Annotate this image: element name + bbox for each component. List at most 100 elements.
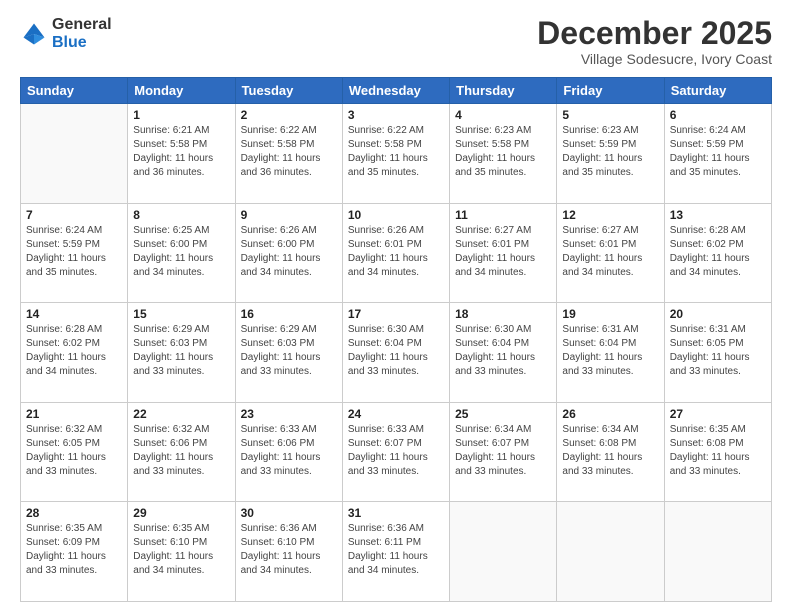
- day-info: Sunrise: 6:36 AM Sunset: 6:11 PM Dayligh…: [348, 522, 444, 578]
- day-number: 12: [562, 208, 658, 222]
- day-info: Sunrise: 6:28 AM Sunset: 6:02 PM Dayligh…: [26, 323, 122, 379]
- day-info: Sunrise: 6:26 AM Sunset: 6:00 PM Dayligh…: [241, 224, 337, 280]
- col-monday: Monday: [128, 78, 235, 104]
- day-info: Sunrise: 6:29 AM Sunset: 6:03 PM Dayligh…: [133, 323, 229, 379]
- day-number: 17: [348, 307, 444, 321]
- calendar-cell: 18Sunrise: 6:30 AM Sunset: 6:04 PM Dayli…: [450, 303, 557, 403]
- col-friday: Friday: [557, 78, 664, 104]
- col-sunday: Sunday: [21, 78, 128, 104]
- calendar-week-5: 28 Sunrise: 6:35 AM Sunset: 6:09 PM Dayli…: [21, 502, 772, 602]
- logo-text: General Blue: [52, 16, 112, 51]
- calendar-cell: 14 Sunrise: 6:28 AM Sunset: 6:02 PM Dayli…: [21, 303, 128, 403]
- day-info: Sunrise: 6:33 AM Sunset: 6:06 PM Dayligh…: [241, 423, 337, 479]
- day-number: 27: [670, 407, 766, 421]
- logo-general-text: General: [52, 16, 112, 34]
- day-number: 6: [670, 108, 766, 122]
- title-area: December 2025 Village Sodesucre, Ivory C…: [537, 16, 772, 67]
- day-info: Sunrise: 6:31 AM Sunset: 6:04 PM Dayligh…: [562, 323, 658, 379]
- day-info: Sunrise: 6:27 AM Sunset: 6:01 PM Dayligh…: [455, 224, 551, 280]
- calendar-cell: [21, 104, 128, 204]
- calendar-cell: 11 Sunrise: 6:27 AM Sunset: 6:01 PM Dayli…: [450, 203, 557, 303]
- day-info: Sunrise: 6:24 AM Sunset: 5:59 PM Dayligh…: [26, 224, 122, 280]
- header: General Blue December 2025 Village Sodes…: [20, 16, 772, 67]
- calendar-cell: [450, 502, 557, 602]
- col-thursday: Thursday: [450, 78, 557, 104]
- calendar-cell: 1Sunrise: 6:21 AM Sunset: 5:58 PM Daylig…: [128, 104, 235, 204]
- day-info: Sunrise: 6:35 AM Sunset: 6:09 PM Dayligh…: [26, 522, 122, 578]
- day-info: Sunrise: 6:21 AM Sunset: 5:58 PM Dayligh…: [133, 124, 229, 180]
- calendar-cell: [664, 502, 771, 602]
- day-info: Sunrise: 6:35 AM Sunset: 6:08 PM Dayligh…: [670, 423, 766, 479]
- calendar-week-1: 1Sunrise: 6:21 AM Sunset: 5:58 PM Daylig…: [21, 104, 772, 204]
- day-number: 25: [455, 407, 551, 421]
- day-number: 13: [670, 208, 766, 222]
- day-info: Sunrise: 6:34 AM Sunset: 6:07 PM Dayligh…: [455, 423, 551, 479]
- day-number: 23: [241, 407, 337, 421]
- day-info: Sunrise: 6:36 AM Sunset: 6:10 PM Dayligh…: [241, 522, 337, 578]
- day-number: 15: [133, 307, 229, 321]
- calendar-cell: 7 Sunrise: 6:24 AM Sunset: 5:59 PM Daylig…: [21, 203, 128, 303]
- calendar-cell: 26Sunrise: 6:34 AM Sunset: 6:08 PM Dayli…: [557, 402, 664, 502]
- calendar-cell: 2 Sunrise: 6:22 AM Sunset: 5:58 PM Daylig…: [235, 104, 342, 204]
- day-info: Sunrise: 6:22 AM Sunset: 5:58 PM Dayligh…: [241, 124, 337, 180]
- day-number: 7: [26, 208, 122, 222]
- calendar-cell: 30Sunrise: 6:36 AM Sunset: 6:10 PM Dayli…: [235, 502, 342, 602]
- day-number: 9: [241, 208, 337, 222]
- day-info: Sunrise: 6:33 AM Sunset: 6:07 PM Dayligh…: [348, 423, 444, 479]
- calendar-cell: 10Sunrise: 6:26 AM Sunset: 6:01 PM Dayli…: [342, 203, 449, 303]
- day-number: 10: [348, 208, 444, 222]
- col-wednesday: Wednesday: [342, 78, 449, 104]
- day-number: 2: [241, 108, 337, 122]
- location: Village Sodesucre, Ivory Coast: [537, 51, 772, 67]
- calendar-cell: 27 Sunrise: 6:35 AM Sunset: 6:08 PM Dayli…: [664, 402, 771, 502]
- day-info: Sunrise: 6:35 AM Sunset: 6:10 PM Dayligh…: [133, 522, 229, 578]
- day-info: Sunrise: 6:25 AM Sunset: 6:00 PM Dayligh…: [133, 224, 229, 280]
- day-number: 16: [241, 307, 337, 321]
- day-number: 3: [348, 108, 444, 122]
- day-number: 31: [348, 506, 444, 520]
- day-info: Sunrise: 6:32 AM Sunset: 6:06 PM Dayligh…: [133, 423, 229, 479]
- calendar-week-3: 14 Sunrise: 6:28 AM Sunset: 6:02 PM Dayli…: [21, 303, 772, 403]
- day-number: 28: [26, 506, 122, 520]
- calendar-cell: 23 Sunrise: 6:33 AM Sunset: 6:06 PM Dayli…: [235, 402, 342, 502]
- day-number: 11: [455, 208, 551, 222]
- calendar-cell: 5 Sunrise: 6:23 AM Sunset: 5:59 PM Daylig…: [557, 104, 664, 204]
- day-number: 8: [133, 208, 229, 222]
- calendar-week-2: 7 Sunrise: 6:24 AM Sunset: 5:59 PM Daylig…: [21, 203, 772, 303]
- day-number: 26: [562, 407, 658, 421]
- day-info: Sunrise: 6:32 AM Sunset: 6:05 PM Dayligh…: [26, 423, 122, 479]
- calendar-header-row: Sunday Monday Tuesday Wednesday Thursday…: [21, 78, 772, 104]
- logo-icon: [20, 20, 48, 48]
- calendar-cell: 29Sunrise: 6:35 AM Sunset: 6:10 PM Dayli…: [128, 502, 235, 602]
- day-info: Sunrise: 6:28 AM Sunset: 6:02 PM Dayligh…: [670, 224, 766, 280]
- calendar-cell: 28 Sunrise: 6:35 AM Sunset: 6:09 PM Dayli…: [21, 502, 128, 602]
- calendar-cell: 9 Sunrise: 6:26 AM Sunset: 6:00 PM Daylig…: [235, 203, 342, 303]
- day-info: Sunrise: 6:31 AM Sunset: 6:05 PM Dayligh…: [670, 323, 766, 379]
- calendar-cell: 17 Sunrise: 6:30 AM Sunset: 6:04 PM Dayli…: [342, 303, 449, 403]
- logo-blue-text: Blue: [52, 34, 112, 52]
- page: General Blue December 2025 Village Sodes…: [0, 0, 792, 612]
- calendar-cell: 20Sunrise: 6:31 AM Sunset: 6:05 PM Dayli…: [664, 303, 771, 403]
- calendar-cell: 15 Sunrise: 6:29 AM Sunset: 6:03 PM Dayli…: [128, 303, 235, 403]
- col-saturday: Saturday: [664, 78, 771, 104]
- calendar: Sunday Monday Tuesday Wednesday Thursday…: [20, 77, 772, 602]
- month-title: December 2025: [537, 16, 772, 51]
- day-number: 21: [26, 407, 122, 421]
- day-info: Sunrise: 6:30 AM Sunset: 6:04 PM Dayligh…: [348, 323, 444, 379]
- calendar-cell: 24Sunrise: 6:33 AM Sunset: 6:07 PM Dayli…: [342, 402, 449, 502]
- day-info: Sunrise: 6:23 AM Sunset: 5:59 PM Dayligh…: [562, 124, 658, 180]
- day-number: 14: [26, 307, 122, 321]
- logo: General Blue: [20, 16, 112, 51]
- calendar-cell: 12Sunrise: 6:27 AM Sunset: 6:01 PM Dayli…: [557, 203, 664, 303]
- col-tuesday: Tuesday: [235, 78, 342, 104]
- calendar-cell: [557, 502, 664, 602]
- day-number: 19: [562, 307, 658, 321]
- day-info: Sunrise: 6:22 AM Sunset: 5:58 PM Dayligh…: [348, 124, 444, 180]
- calendar-cell: 8 Sunrise: 6:25 AM Sunset: 6:00 PM Daylig…: [128, 203, 235, 303]
- calendar-cell: 6 Sunrise: 6:24 AM Sunset: 5:59 PM Daylig…: [664, 104, 771, 204]
- calendar-cell: 19 Sunrise: 6:31 AM Sunset: 6:04 PM Dayli…: [557, 303, 664, 403]
- day-info: Sunrise: 6:24 AM Sunset: 5:59 PM Dayligh…: [670, 124, 766, 180]
- day-number: 5: [562, 108, 658, 122]
- day-number: 22: [133, 407, 229, 421]
- calendar-cell: 22 Sunrise: 6:32 AM Sunset: 6:06 PM Dayli…: [128, 402, 235, 502]
